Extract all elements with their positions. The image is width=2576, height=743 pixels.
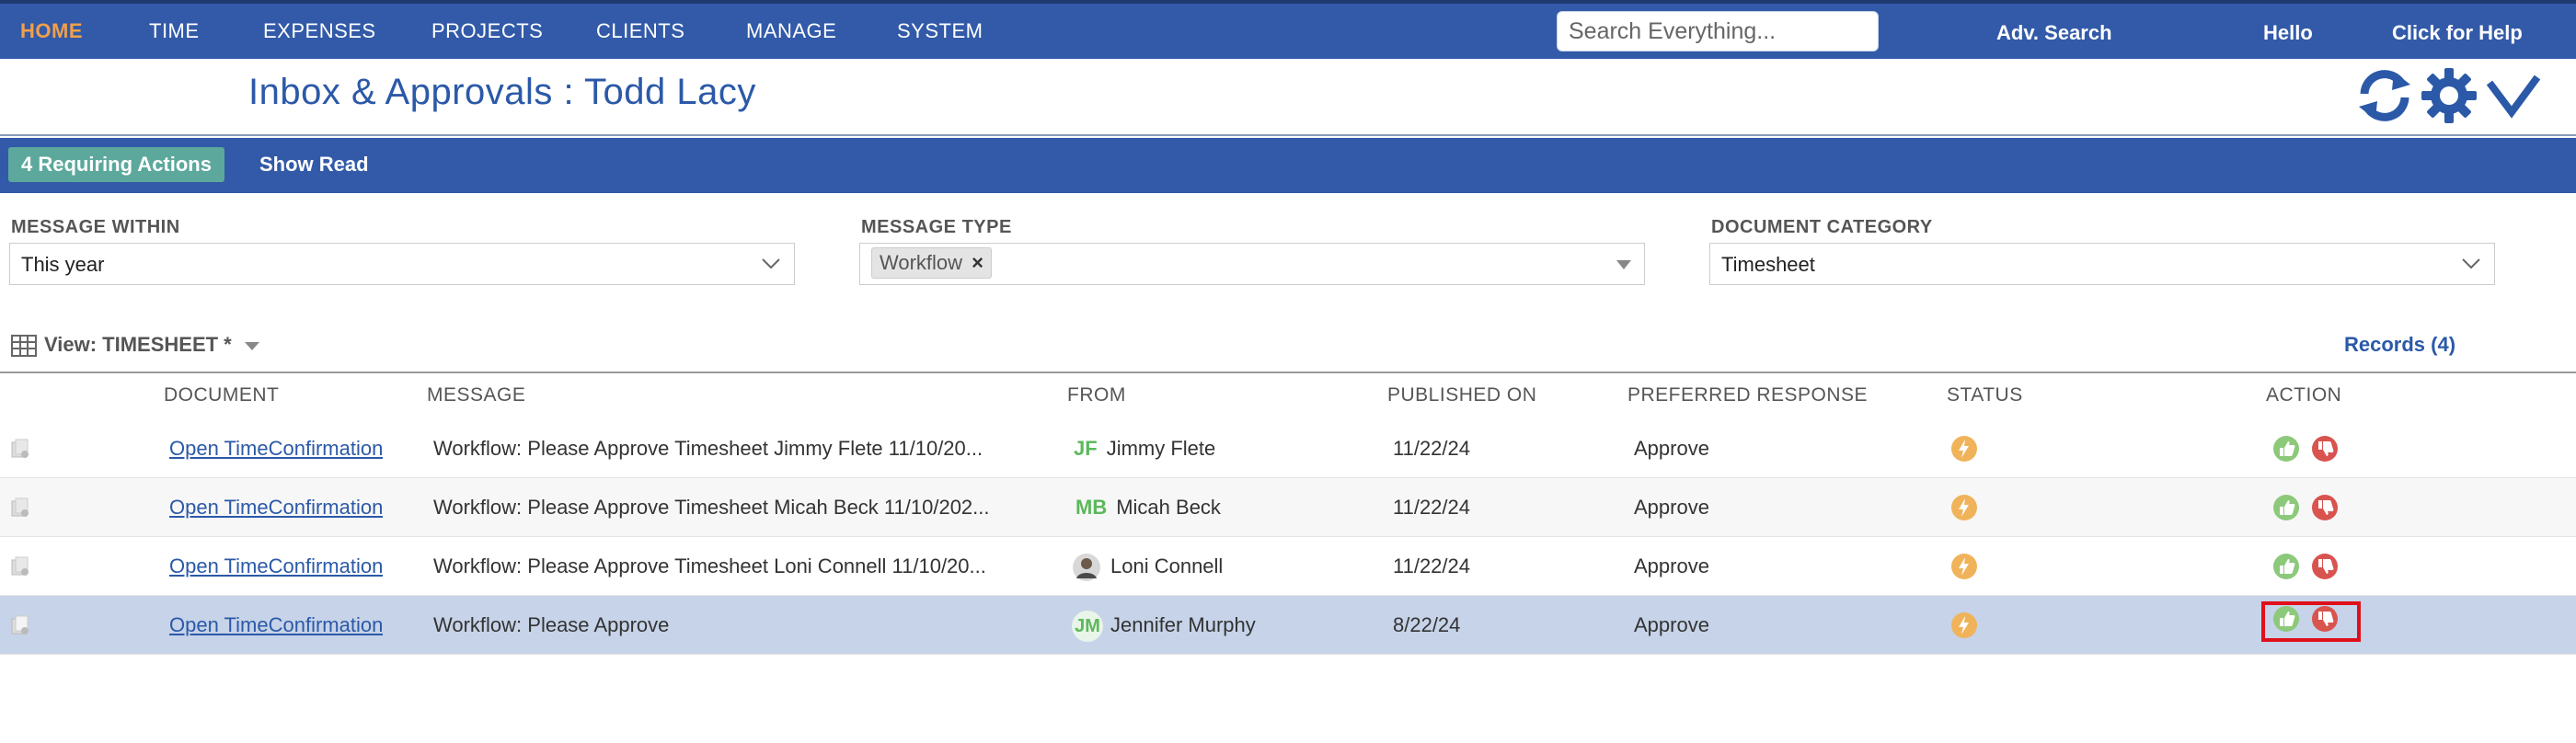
action-bar: 4 Requiring Actions Show Read (0, 138, 2576, 193)
thumbs-down-icon[interactable] (2311, 435, 2339, 463)
message-text: Workflow: Please Approve (433, 613, 670, 636)
from-name: Jennifer Murphy (1110, 613, 1256, 636)
document-category-value: Timesheet (1721, 253, 1815, 276)
published-date: 8/22/24 (1393, 613, 1461, 636)
table-row[interactable]: Open TimeConfirmation Workflow: Please A… (0, 537, 2576, 596)
col-message[interactable]: MESSAGE (427, 384, 525, 406)
workflow-tag-label: Workflow (880, 251, 963, 274)
message-text: Workflow: Please Approve Timesheet Jimmy… (433, 437, 983, 460)
document-icon (11, 439, 29, 458)
refresh-icon[interactable] (2355, 66, 2414, 125)
document-icon (11, 615, 29, 634)
from-name: Loni Connell (1110, 554, 1224, 577)
preferred-response: Approve (1634, 613, 1709, 636)
thumbs-down-icon[interactable] (2311, 494, 2339, 521)
checkmark-icon[interactable] (2484, 66, 2543, 125)
workflow-tag: Workflow × (871, 247, 992, 279)
records-count[interactable]: Records (4) (2344, 333, 2576, 357)
message-text: Workflow: Please Approve Timesheet Micah… (433, 496, 990, 519)
nav-expenses[interactable]: EXPENSES (263, 4, 376, 59)
table-row[interactable]: Open TimeConfirmation Workflow: Please A… (0, 478, 2576, 537)
lightning-icon (1951, 554, 1977, 579)
published-date: 11/22/24 (1393, 437, 1471, 460)
preferred-response: Approve (1634, 437, 1709, 460)
lightning-icon (1951, 495, 1977, 520)
lightning-icon (1951, 612, 1977, 638)
table-divider (0, 372, 2576, 373)
tag-remove-icon[interactable]: × (972, 251, 983, 274)
message-within-select[interactable]: This year (9, 243, 795, 285)
nav-home[interactable]: HOME (20, 4, 83, 59)
search-input[interactable] (1557, 11, 1879, 51)
nav-manage[interactable]: MANAGE (746, 4, 836, 59)
preferred-response: Approve (1634, 554, 1709, 577)
adv-search-link[interactable]: Adv. Search (1996, 4, 2112, 59)
caret-down-icon (244, 341, 259, 350)
lightning-icon (1951, 436, 1977, 462)
nav-projects[interactable]: PROJECTS (431, 4, 543, 59)
view-selector[interactable]: View: TIMESHEET * (11, 331, 259, 359)
from-initials: JM (1072, 611, 1103, 643)
chevron-down-icon (2462, 258, 2480, 269)
caret-down-icon (1616, 260, 1631, 269)
message-type-select[interactable]: Workflow × (859, 243, 1645, 285)
title-bar: Inbox & Approvals : Todd Lacy (0, 59, 2576, 136)
thumbs-down-icon[interactable] (2311, 553, 2339, 580)
gear-icon[interactable] (2420, 66, 2478, 125)
thumbs-up-icon[interactable] (2272, 553, 2300, 580)
nav-system[interactable]: SYSTEM (897, 4, 983, 59)
from-name: Micah Beck (1116, 496, 1221, 519)
published-date: 11/22/24 (1393, 496, 1471, 519)
col-document[interactable]: DOCUMENT (164, 384, 279, 406)
col-action[interactable]: ACTION (2266, 384, 2341, 406)
help-link[interactable]: Click for Help (2392, 4, 2523, 59)
thumbs-up-icon[interactable] (2272, 605, 2300, 633)
table-row[interactable]: Open TimeConfirmation Workflow: Please A… (0, 419, 2576, 478)
chevron-down-icon (762, 258, 780, 269)
message-within-label: MESSAGE WITHIN (11, 217, 180, 237)
open-document-link[interactable]: Open TimeConfirmation (169, 554, 383, 577)
thumbs-down-icon[interactable] (2311, 605, 2339, 633)
thumbs-up-icon[interactable] (2272, 435, 2300, 463)
avatar (1073, 554, 1100, 582)
open-document-link[interactable]: Open TimeConfirmation (169, 437, 383, 460)
open-document-link[interactable]: Open TimeConfirmation (169, 496, 383, 519)
view-label: View: TIMESHEET * (44, 333, 232, 356)
published-date: 11/22/24 (1393, 554, 1471, 577)
top-nav-bar: HOME TIME EXPENSES PROJECTS CLIENTS MANA… (0, 0, 2576, 59)
from-name: Jimmy Flete (1106, 437, 1216, 460)
document-category-label: DOCUMENT CATEGORY (1711, 217, 1933, 237)
col-published-on[interactable]: PUBLISHED ON (1387, 384, 1536, 406)
document-category-select[interactable]: Timesheet (1709, 243, 2495, 285)
open-document-link[interactable]: Open TimeConfirmation (169, 613, 383, 636)
col-status[interactable]: STATUS (1947, 384, 2023, 406)
thumbs-up-icon[interactable] (2272, 494, 2300, 521)
table-row[interactable]: Open TimeConfirmation Workflow: Please A… (0, 596, 2576, 655)
preferred-response: Approve (1634, 496, 1709, 519)
show-read-button[interactable]: Show Read (259, 147, 369, 182)
hello-link[interactable]: Hello (2263, 4, 2313, 59)
document-icon (11, 556, 29, 576)
message-type-label: MESSAGE TYPE (861, 217, 1012, 237)
col-from[interactable]: FROM (1067, 384, 1126, 406)
requiring-actions-button[interactable]: 4 Requiring Actions (8, 147, 224, 182)
page-title: Inbox & Approvals : Todd Lacy (248, 72, 756, 112)
message-text: Workflow: Please Approve Timesheet Loni … (433, 554, 986, 577)
nav-clients[interactable]: CLIENTS (596, 4, 684, 59)
grid-icon (11, 335, 37, 358)
from-initials: MB (1075, 496, 1108, 519)
document-icon (11, 497, 29, 517)
from-initials: JF (1074, 437, 1098, 460)
message-within-value: This year (21, 253, 105, 276)
nav-time[interactable]: TIME (149, 4, 200, 59)
col-preferred-response[interactable]: PREFERRED RESPONSE (1627, 384, 1868, 406)
